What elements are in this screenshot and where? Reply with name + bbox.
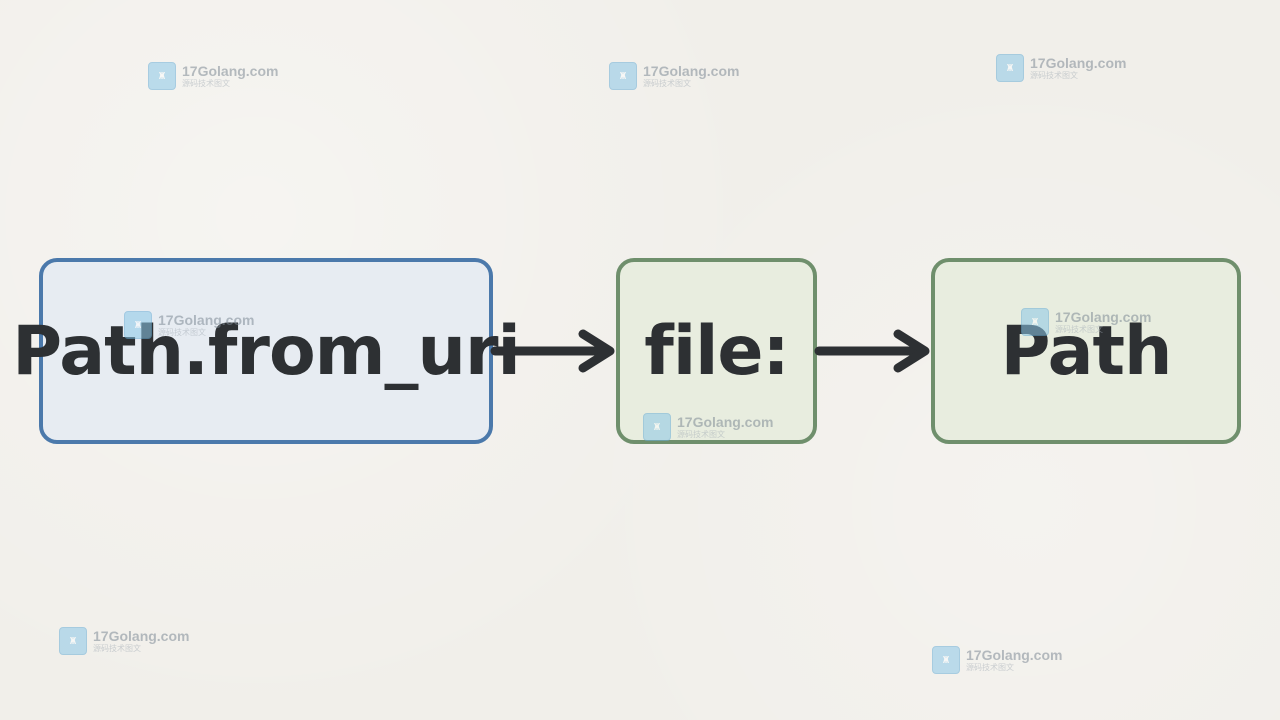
watermark-logo-icon: Ж (996, 54, 1024, 82)
watermark-tagline: 源码技术图文 (643, 79, 691, 88)
watermark-logo-icon: Ж (59, 627, 87, 655)
watermark: Ж 17Golang.com 源码技术图文 (932, 646, 1062, 674)
watermark-logo-icon: Ж (124, 311, 152, 339)
watermark-logo-icon: Ж (609, 62, 637, 90)
watermark: Ж 17Golang.com 源码技术图文 (124, 311, 254, 339)
watermark-domain: 17Golang.com (643, 63, 740, 79)
watermark: Ж 17Golang.com 源码技术图文 (996, 54, 1126, 82)
watermark: Ж 17Golang.com 源码技术图文 (609, 62, 739, 90)
watermark: Ж 17Golang.com 源码技术图文 (643, 413, 773, 441)
watermark-domain: 17Golang.com (1055, 309, 1152, 325)
watermark-tagline: 源码技术图文 (966, 663, 1014, 672)
watermark-logo-icon: Ж (148, 62, 176, 90)
watermark: Ж 17Golang.com 源码技术图文 (59, 627, 189, 655)
watermark-logo-icon: Ж (932, 646, 960, 674)
watermark-domain: 17Golang.com (182, 63, 279, 79)
node-path-from-uri-label: Path.from_uri (12, 311, 521, 391)
watermark-logo-icon: Ж (1021, 308, 1049, 336)
watermark-tagline: 源码技术图文 (158, 328, 206, 337)
watermark-tagline: 源码技术图文 (182, 79, 230, 88)
diagram-canvas: Path.from_uri file: Path Ж 17Golang.com … (0, 0, 1280, 720)
watermark: Ж 17Golang.com 源码技术图文 (1021, 308, 1151, 336)
watermark: Ж 17Golang.com 源码技术图文 (148, 62, 278, 90)
watermark-tagline: 源码技术图文 (677, 430, 725, 439)
watermark-domain: 17Golang.com (158, 312, 255, 328)
watermark-domain: 17Golang.com (966, 647, 1063, 663)
watermark-domain: 17Golang.com (93, 628, 190, 644)
watermark-tagline: 源码技术图文 (1055, 325, 1103, 334)
watermark-tagline: 源码技术图文 (1030, 71, 1078, 80)
node-path-from-uri: Path.from_uri (12, 258, 521, 444)
watermark-logo-icon: Ж (643, 413, 671, 441)
arrow-file-to-path (814, 329, 930, 373)
watermark-domain: 17Golang.com (1030, 55, 1127, 71)
node-file-scheme-label: file: (644, 311, 790, 391)
node-path: Path (931, 258, 1241, 444)
watermark-domain: 17Golang.com (677, 414, 774, 430)
watermark-tagline: 源码技术图文 (93, 644, 141, 653)
